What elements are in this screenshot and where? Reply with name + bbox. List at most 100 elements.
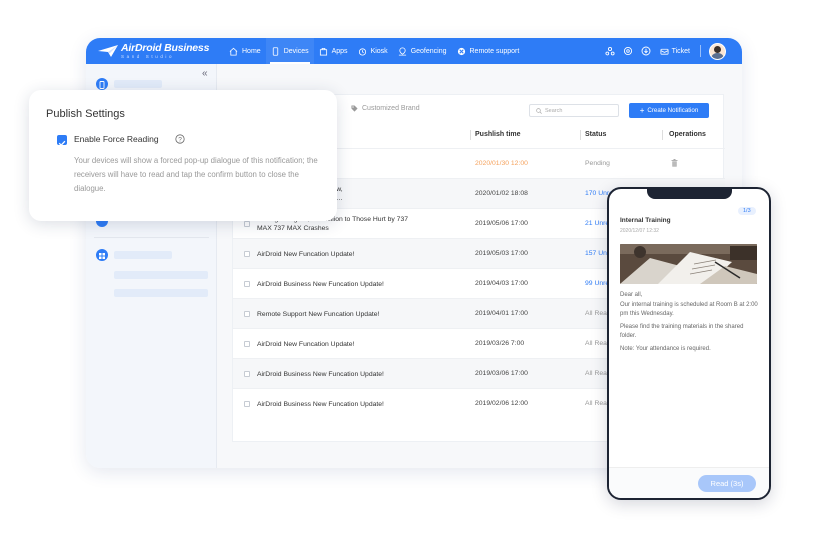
nav-item-devices[interactable]: Devices bbox=[265, 38, 314, 64]
nav-label: Apps bbox=[331, 47, 348, 55]
sidebar-item-placeholder[interactable] bbox=[114, 251, 172, 259]
column-header-operations: Operations bbox=[669, 131, 706, 138]
nav-item-apps[interactable]: Apps bbox=[314, 38, 353, 64]
phone-footer: Read (3s) bbox=[609, 467, 769, 498]
row-status[interactable]: 21 Unre bbox=[585, 220, 609, 227]
remote-support-icon bbox=[457, 47, 465, 55]
row-title[interactable]: Remote Support New Funcation Update! bbox=[257, 310, 462, 319]
row-title[interactable]: AirDroid New Funcation Update! bbox=[257, 250, 462, 259]
force-reading-label[interactable]: Enable Force Reading bbox=[74, 134, 159, 144]
apps-icon bbox=[319, 47, 327, 56]
create-notification-button[interactable]: + Create Notification bbox=[629, 103, 709, 118]
nav-label: Home bbox=[242, 47, 261, 55]
nav-item-home[interactable]: Home bbox=[224, 38, 266, 64]
checkmark-icon bbox=[58, 140, 66, 147]
force-reading-checkbox[interactable] bbox=[57, 135, 67, 147]
delete-icon[interactable] bbox=[671, 159, 678, 167]
search-placeholder: Search bbox=[545, 107, 563, 114]
kiosk-icon bbox=[358, 47, 366, 56]
nav-label: Kiosk bbox=[370, 47, 388, 55]
body-paragraph: Dear all, Our internal training is sched… bbox=[620, 292, 758, 317]
sidebar-subitem-placeholder[interactable] bbox=[114, 271, 208, 279]
settings-icon[interactable] bbox=[623, 46, 633, 56]
brand-name: AirDroid Business bbox=[121, 42, 210, 54]
row-checkbox[interactable] bbox=[244, 251, 250, 257]
row-status: All Rea bbox=[585, 340, 607, 347]
sidebar-subitem-placeholder[interactable] bbox=[114, 289, 208, 297]
tag-icon bbox=[351, 105, 358, 112]
svg-text:?: ? bbox=[178, 136, 182, 143]
row-checkbox[interactable] bbox=[244, 371, 250, 377]
network-icon[interactable] bbox=[605, 46, 615, 56]
row-time: 2019/05/03 17:00 bbox=[475, 250, 528, 257]
row-title[interactable]: AirDroid Business New Funcation Update! bbox=[257, 280, 462, 289]
row-time: 2019/03/26 7:00 bbox=[475, 340, 525, 347]
ticket-button[interactable]: Ticket bbox=[660, 47, 690, 56]
plus-icon: + bbox=[639, 106, 645, 115]
nav-label: Remote support bbox=[469, 47, 520, 55]
nav-item-remote-support[interactable]: Remote support bbox=[452, 38, 525, 64]
row-status[interactable]: 99 Unre bbox=[585, 280, 609, 287]
column-separator bbox=[662, 130, 663, 140]
ticket-label: Ticket bbox=[671, 47, 690, 55]
row-checkbox[interactable] bbox=[244, 221, 250, 227]
search-input[interactable]: Search bbox=[529, 104, 619, 117]
tab-label: Customized Brand bbox=[362, 105, 420, 112]
sidebar-divider bbox=[94, 237, 209, 238]
row-time: 2020/01/30 12:00 bbox=[475, 160, 528, 167]
search-icon bbox=[536, 107, 542, 114]
sidebar-apps-grid-icon[interactable] bbox=[96, 249, 108, 261]
tab-customized-brand[interactable]: Customized Brand bbox=[351, 105, 420, 112]
row-time: 2019/03/06 17:00 bbox=[475, 370, 528, 377]
avatar[interactable] bbox=[709, 42, 726, 60]
download-icon[interactable] bbox=[641, 46, 651, 56]
row-title[interactable]: AirDroid Business New Funcation Update! bbox=[257, 400, 462, 409]
ticket-icon bbox=[660, 48, 669, 55]
row-time: 2019/05/06 17:00 bbox=[475, 220, 528, 227]
column-separator bbox=[580, 130, 581, 140]
home-icon bbox=[229, 47, 238, 56]
force-reading-description: Your devices will show a forced pop-up d… bbox=[74, 156, 318, 193]
row-time: 2019/04/03 17:00 bbox=[475, 280, 528, 287]
top-navigation-bar: AirDroid Business Sand Studio Home Devic… bbox=[86, 38, 742, 64]
row-checkbox[interactable] bbox=[244, 281, 250, 287]
row-status: Pending bbox=[585, 160, 610, 167]
panel-title: Publish Settings bbox=[46, 108, 125, 120]
sidebar-device-icon[interactable] bbox=[96, 78, 108, 90]
body-paragraph: Note: Your attendance is required. bbox=[620, 345, 711, 352]
phone-preview: 1/3 Internal Training 2020/12/07 12:32 D… bbox=[607, 187, 771, 500]
row-checkbox[interactable] bbox=[244, 341, 250, 347]
nav-label: Geofencing bbox=[410, 47, 447, 55]
geofence-icon bbox=[398, 46, 406, 56]
row-status: All Rea bbox=[585, 400, 607, 407]
row-checkbox[interactable] bbox=[244, 311, 250, 317]
phone-notch bbox=[647, 189, 732, 199]
brand-logo[interactable]: AirDroid Business Sand Studio bbox=[98, 43, 224, 59]
read-confirm-button[interactable]: Read (3s) bbox=[698, 475, 756, 492]
paper-plane-icon bbox=[98, 45, 118, 57]
publish-settings-panel: Publish Settings Enable Force Reading ? … bbox=[29, 90, 337, 221]
row-time: 2019/04/01 17:00 bbox=[475, 310, 528, 317]
collapse-sidebar-icon[interactable]: « bbox=[202, 68, 208, 79]
nav-item-geofencing[interactable]: Geofencing bbox=[393, 38, 452, 64]
training-photo bbox=[620, 244, 757, 284]
row-title[interactable]: AirDroid New Funcation Update! bbox=[257, 340, 462, 349]
row-title[interactable]: AirDroid Business New Funcation Update! bbox=[257, 370, 462, 379]
notification-title: Internal Training bbox=[620, 217, 671, 224]
row-time: 2019/02/06 12:00 bbox=[475, 400, 528, 407]
row-time: 2020/01/02 18:08 bbox=[475, 190, 528, 197]
row-status: All Rea bbox=[585, 370, 607, 377]
row-checkbox[interactable] bbox=[244, 401, 250, 407]
header-tools: Ticket bbox=[597, 38, 726, 64]
help-icon[interactable]: ? bbox=[175, 134, 185, 144]
nav-item-kiosk[interactable]: Kiosk bbox=[353, 38, 393, 64]
nav-label: Devices bbox=[283, 47, 309, 55]
header-divider bbox=[700, 45, 701, 57]
notification-body: Dear all, Our internal training is sched… bbox=[620, 291, 760, 357]
column-header-status[interactable]: Status bbox=[585, 131, 606, 138]
brand-subtitle: Sand Studio bbox=[121, 53, 175, 59]
row-status: All Rea bbox=[585, 310, 607, 317]
column-header-time[interactable]: Pushlish time bbox=[475, 131, 521, 138]
notification-date: 2020/12/07 12:32 bbox=[620, 228, 659, 234]
sidebar-item-placeholder[interactable] bbox=[114, 80, 162, 88]
